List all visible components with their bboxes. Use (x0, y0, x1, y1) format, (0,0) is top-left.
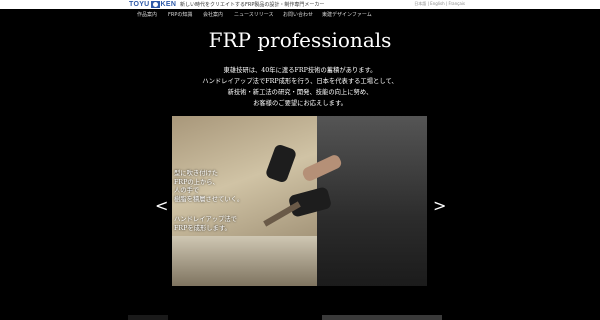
top-bar: TOYU KEN 新しい時代をクリエイトするFRP製品の設計・制作専門メーカー … (0, 0, 600, 9)
nav-item-design-firm[interactable]: 東建デザインファーム (322, 11, 372, 18)
worker-figure (317, 116, 427, 286)
chevron-right-icon[interactable]: > (433, 196, 446, 215)
caption-line: ハンドレイアップ法で (174, 216, 237, 223)
hero-slide-image: 型に吹き付けた FRPの上から、 人の手で 樹脂を積層させていく。 ハンドレイア… (172, 116, 427, 286)
nav-item-contact[interactable]: お問い合わせ (283, 11, 313, 18)
intro-line: 新技術・新工法の研究・開発、技能の向上に努め、 (227, 89, 373, 96)
intro-text: 東雄技研は、40年に渡るFRP技術の蓄積があります。 ハンドレイアップ法でFRP… (0, 65, 600, 109)
caption-line: 型に吹き付けた (174, 170, 219, 177)
company-logo[interactable]: TOYU KEN (129, 0, 176, 9)
nav-item-company[interactable]: 会社案内 (203, 11, 223, 18)
page-title: FRP professionals (208, 28, 392, 52)
intro-line: ハンドレイアップ法でFRP成形を行う、日本を代表する工場として、 (202, 78, 398, 85)
chevron-left-icon[interactable]: < (155, 196, 168, 215)
nav-item-frp-knowledge[interactable]: FRPの知識 (168, 11, 192, 18)
caption-line: 樹脂を積層させていく。 (174, 195, 244, 203)
intro-line: お客様のご要望にお応えします。 (253, 100, 347, 107)
caption-line: 人の手で (174, 187, 200, 194)
slide-thumbnail[interactable] (322, 315, 442, 320)
mold-trough (172, 236, 322, 286)
slide-thumbnail[interactable] (128, 315, 168, 320)
logo-mark-icon (150, 1, 160, 8)
nav-item-works[interactable]: 作品案内 (137, 11, 157, 18)
caption-line: FRPの上から、 (174, 178, 219, 186)
intro-line: 東雄技研は、40年に渡るFRP技術の蓄積があります。 (223, 67, 377, 74)
caption-line: FRPを成形します。 (174, 224, 231, 232)
logo-text-right: KEN (160, 1, 177, 8)
site-tagline: 新しい時代をクリエイトするFRP製品の設計・制作専門メーカー (180, 2, 325, 8)
nav-item-news[interactable]: ニュースリリース (234, 11, 274, 18)
language-switcher[interactable]: 日本語 | English | Français (414, 1, 465, 7)
slide-caption: 型に吹き付けた FRPの上から、 人の手で 樹脂を積層させていく。 ハンドレイア… (174, 170, 243, 233)
logo-text-left: TOYU (129, 1, 150, 8)
